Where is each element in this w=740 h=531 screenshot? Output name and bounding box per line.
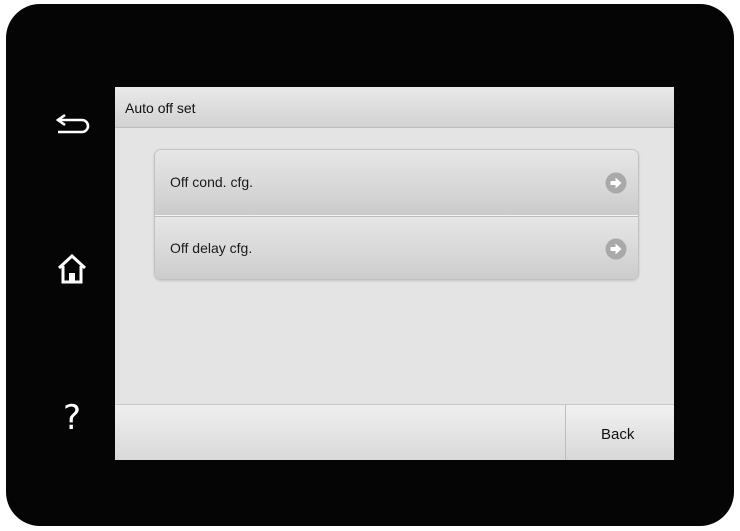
touch-screen: Auto off set Off cond. cfg. Off delay cf… (115, 87, 674, 460)
menu-item-off-delay-cfg[interactable]: Off delay cfg. (155, 215, 638, 279)
return-arrow-icon (55, 113, 90, 134)
bottom-bar: Back (115, 404, 674, 460)
menu-item-off-cond-cfg[interactable]: Off cond. cfg. (155, 150, 638, 215)
menu-list: Off cond. cfg. Off delay cfg. (154, 149, 639, 280)
back-button[interactable]: Back (565, 405, 674, 460)
printer-control-panel: ? Auto off set Off cond. cfg. Off delay … (6, 4, 734, 526)
title-bar: Auto off set (115, 87, 674, 128)
question-mark-icon: ? (62, 398, 82, 438)
home-button[interactable] (34, 239, 110, 299)
menu-item-label: Off delay cfg. (170, 240, 253, 256)
page-title: Auto off set (125, 100, 196, 116)
help-button[interactable]: ? (34, 388, 110, 448)
arrow-right-circle-icon (605, 238, 627, 260)
menu-item-label: Off cond. cfg. (170, 174, 254, 190)
return-button[interactable] (34, 94, 110, 154)
back-button-label: Back (601, 426, 635, 443)
home-icon (57, 253, 87, 284)
arrow-right-circle-icon (605, 172, 627, 194)
